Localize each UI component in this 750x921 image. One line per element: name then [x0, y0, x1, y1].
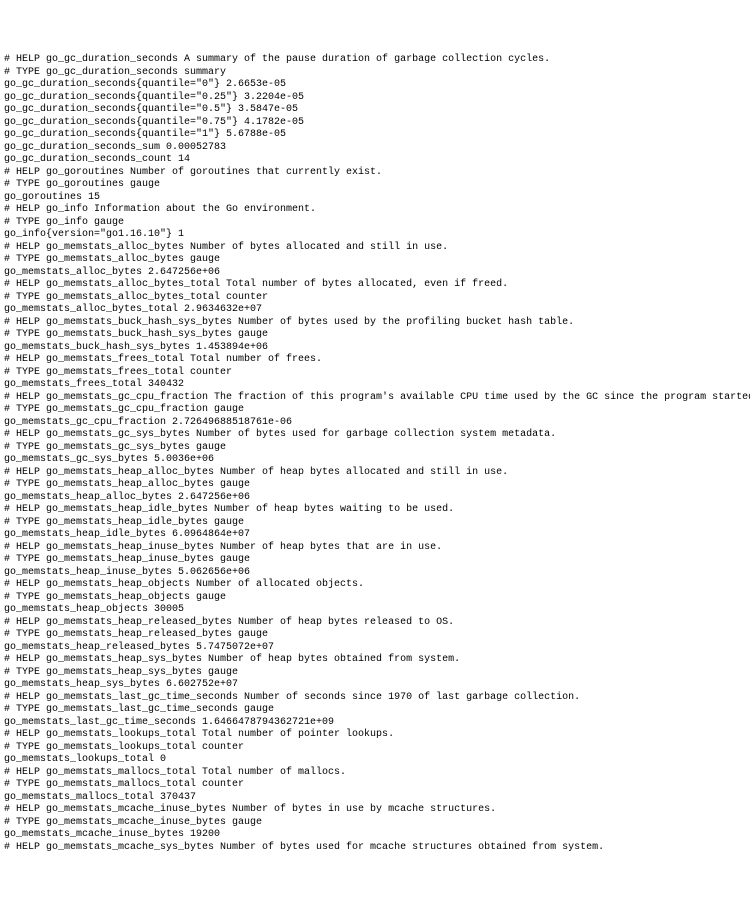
- metrics-line: # TYPE go_memstats_heap_objects gauge: [4, 592, 746, 605]
- metrics-line: # TYPE go_info gauge: [4, 217, 746, 230]
- metrics-line: go_memstats_lookups_total 0: [4, 754, 746, 767]
- metrics-line: go_info{version="go1.16.10"} 1: [4, 229, 746, 242]
- metrics-line: # TYPE go_memstats_heap_inuse_bytes gaug…: [4, 554, 746, 567]
- metrics-line: # TYPE go_memstats_alloc_bytes gauge: [4, 254, 746, 267]
- metrics-line: # TYPE go_gc_duration_seconds summary: [4, 67, 746, 80]
- metrics-line: go_gc_duration_seconds{quantile="0.75"} …: [4, 117, 746, 130]
- metrics-line: # TYPE go_memstats_buck_hash_sys_bytes g…: [4, 329, 746, 342]
- metrics-line: # HELP go_memstats_heap_objects Number o…: [4, 579, 746, 592]
- metrics-line: # TYPE go_memstats_lookups_total counter: [4, 742, 746, 755]
- metrics-line: go_goroutines 15: [4, 192, 746, 205]
- metrics-line: # TYPE go_memstats_gc_sys_bytes gauge: [4, 442, 746, 455]
- metrics-line: # HELP go_memstats_gc_sys_bytes Number o…: [4, 429, 746, 442]
- metrics-line: go_memstats_heap_inuse_bytes 5.062656e+0…: [4, 567, 746, 580]
- metrics-line: # TYPE go_memstats_heap_idle_bytes gauge: [4, 517, 746, 530]
- metrics-line: # TYPE go_memstats_alloc_bytes_total cou…: [4, 292, 746, 305]
- metrics-line: # HELP go_memstats_mallocs_total Total n…: [4, 767, 746, 780]
- metrics-line: go_memstats_heap_sys_bytes 6.602752e+07: [4, 679, 746, 692]
- metrics-line: go_memstats_heap_objects 30005: [4, 604, 746, 617]
- metrics-line: # HELP go_memstats_heap_inuse_bytes Numb…: [4, 542, 746, 555]
- metrics-line: # HELP go_memstats_buck_hash_sys_bytes N…: [4, 317, 746, 330]
- metrics-line: # HELP go_memstats_heap_sys_bytes Number…: [4, 654, 746, 667]
- metrics-line: go_memstats_alloc_bytes_total 2.9634632e…: [4, 304, 746, 317]
- metrics-line: # HELP go_memstats_alloc_bytes Number of…: [4, 242, 746, 255]
- metrics-line: go_gc_duration_seconds{quantile="0"} 2.6…: [4, 79, 746, 92]
- metrics-line: go_gc_duration_seconds_count 14: [4, 154, 746, 167]
- metrics-line: go_memstats_gc_cpu_fraction 2.7264968851…: [4, 417, 746, 430]
- metrics-line: # HELP go_memstats_last_gc_time_seconds …: [4, 692, 746, 705]
- metrics-line: # HELP go_memstats_lookups_total Total n…: [4, 729, 746, 742]
- metrics-line: # HELP go_memstats_heap_alloc_bytes Numb…: [4, 467, 746, 480]
- metrics-line: # HELP go_memstats_mcache_inuse_bytes Nu…: [4, 804, 746, 817]
- metrics-line: go_memstats_mcache_inuse_bytes 19200: [4, 829, 746, 842]
- metrics-line: # TYPE go_memstats_mallocs_total counter: [4, 779, 746, 792]
- metrics-line: # HELP go_memstats_alloc_bytes_total Tot…: [4, 279, 746, 292]
- metrics-line: # HELP go_memstats_heap_released_bytes N…: [4, 617, 746, 630]
- metrics-line: go_memstats_heap_alloc_bytes 2.647256e+0…: [4, 492, 746, 505]
- metrics-line: # TYPE go_goroutines gauge: [4, 179, 746, 192]
- metrics-line: go_memstats_mallocs_total 370437: [4, 792, 746, 805]
- metrics-line: # HELP go_gc_duration_seconds A summary …: [4, 54, 746, 67]
- metrics-line: go_gc_duration_seconds{quantile="0.5"} 3…: [4, 104, 746, 117]
- metrics-line: # TYPE go_memstats_heap_sys_bytes gauge: [4, 667, 746, 680]
- metrics-line: go_memstats_buck_hash_sys_bytes 1.453894…: [4, 342, 746, 355]
- metrics-line: # HELP go_memstats_mcache_sys_bytes Numb…: [4, 842, 746, 855]
- metrics-line: # TYPE go_memstats_heap_alloc_bytes gaug…: [4, 479, 746, 492]
- metrics-line: # TYPE go_memstats_last_gc_time_seconds …: [4, 704, 746, 717]
- metrics-line: go_memstats_gc_sys_bytes 5.0036e+06: [4, 454, 746, 467]
- metrics-line: # HELP go_memstats_frees_total Total num…: [4, 354, 746, 367]
- metrics-line: go_gc_duration_seconds{quantile="0.25"} …: [4, 92, 746, 105]
- metrics-line: go_gc_duration_seconds_sum 0.00052783: [4, 142, 746, 155]
- metrics-line: # HELP go_memstats_heap_idle_bytes Numbe…: [4, 504, 746, 517]
- prometheus-metrics-output: # HELP go_gc_duration_seconds A summary …: [4, 54, 746, 854]
- metrics-line: # HELP go_info Information about the Go …: [4, 204, 746, 217]
- metrics-line: go_memstats_alloc_bytes 2.647256e+06: [4, 267, 746, 280]
- metrics-line: # HELP go_goroutines Number of goroutine…: [4, 167, 746, 180]
- metrics-line: go_memstats_last_gc_time_seconds 1.64664…: [4, 717, 746, 730]
- metrics-line: # TYPE go_memstats_frees_total counter: [4, 367, 746, 380]
- metrics-line: # TYPE go_memstats_gc_cpu_fraction gauge: [4, 404, 746, 417]
- metrics-line: go_gc_duration_seconds{quantile="1"} 5.6…: [4, 129, 746, 142]
- metrics-line: # TYPE go_memstats_heap_released_bytes g…: [4, 629, 746, 642]
- metrics-line: # HELP go_memstats_gc_cpu_fraction The f…: [4, 392, 746, 405]
- metrics-line: go_memstats_frees_total 340432: [4, 379, 746, 392]
- metrics-line: go_memstats_heap_idle_bytes 6.0964864e+0…: [4, 529, 746, 542]
- metrics-line: go_memstats_heap_released_bytes 5.747507…: [4, 642, 746, 655]
- metrics-line: # TYPE go_memstats_mcache_inuse_bytes ga…: [4, 817, 746, 830]
